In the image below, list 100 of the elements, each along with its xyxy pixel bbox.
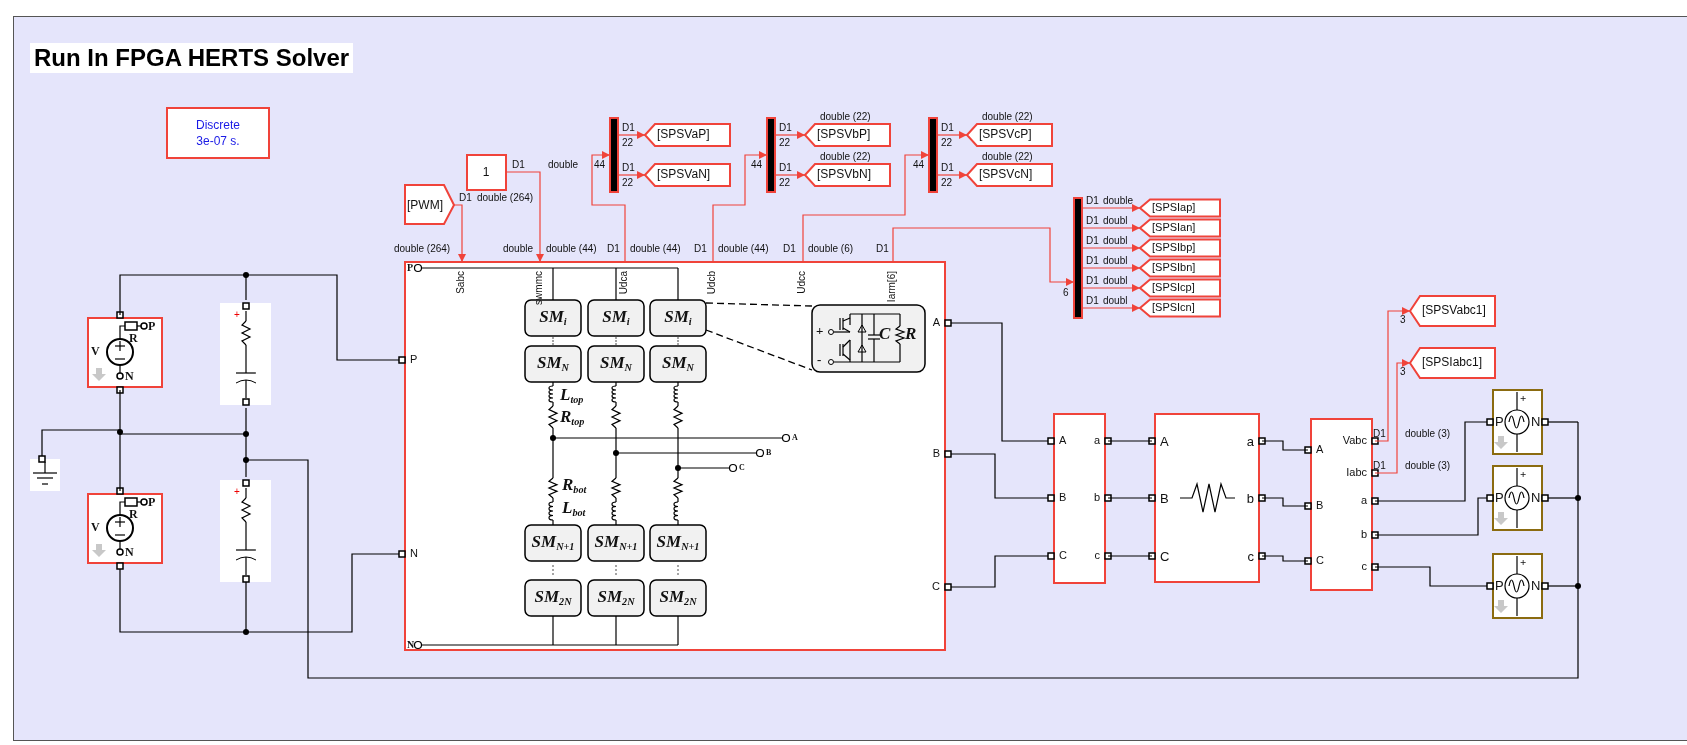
signal-label: D1 [512,160,525,170]
signal-width: 44 [913,160,925,170]
signal-label: D1 [876,244,889,254]
port-label: c [1094,550,1100,561]
signal-label: double (264) [394,244,451,254]
diagram-title: Run In FPGA HERTS Solver [30,43,354,73]
terminal-label: + [1520,469,1527,480]
arm-label: L$_{bot}$ [562,499,586,518]
goto-tag: [SPSVaP] [657,128,710,140]
terminal-label: V [91,345,100,357]
terminal-label: N [1531,491,1541,504]
terminal-label: + [1520,393,1527,404]
from-tag: [PWM] [407,199,443,211]
signal-width: 22 [941,138,953,148]
signal-label: double (3) [1405,461,1451,471]
terminal-label: N [407,640,415,650]
constant-value: 1 [482,166,490,178]
port-label: A [1059,435,1067,446]
goto-tag: [SPSIap] [1152,202,1196,213]
signal-label: D1 [779,163,792,173]
terminal-label: P [148,320,156,332]
port-label: C [1059,550,1067,561]
submodule-label: SM$_{2N}$ [597,588,635,605]
port-label: C [1160,550,1170,563]
signal-label: D1 [1086,216,1099,226]
port-label: b [1360,529,1367,540]
goto-tag: [SPSIbp] [1152,242,1196,253]
goto-tag: [SPSIabc1] [1422,356,1483,368]
terminal-label: P [1495,579,1504,592]
goto-tag: [SPSIan] [1152,222,1196,233]
port-label: A [1160,435,1169,448]
port-label: b [1246,492,1254,505]
arm-label: R$_{top}$ [560,408,585,427]
port-label: B [1160,492,1169,505]
port-label: N [410,548,418,559]
signal-label: D1 [622,123,635,133]
component-label: C [879,325,891,344]
port-label: a [1246,435,1254,448]
signal-label: double [1103,196,1134,206]
signal-label: doubl [1103,276,1128,286]
goto-tag: [SPSIcn] [1152,302,1195,313]
terminal-label: P [1495,415,1504,428]
signal-width: 3 [1400,315,1406,325]
port-label: Udcc [797,271,807,294]
signal-label: D1 [607,244,620,254]
component-label: R [905,325,917,344]
terminal-label: R [129,508,138,520]
phase-label: A [792,434,798,442]
signal-label: doubl [1103,256,1128,266]
signal-label: D1 [459,193,472,203]
port-label: B [1316,500,1324,511]
signal-label: double (44) [718,244,769,254]
signal-label: D1 [694,244,707,254]
signal-width: 22 [779,178,791,188]
signal-width: 6 [1063,288,1069,298]
submodule-label: SM$_{N+1}$ [656,533,700,550]
goto-tag: [SPSVcN] [979,168,1033,180]
submodule-label: SM$_{N+1}$ [594,533,638,550]
signal-label: D1 [622,163,635,173]
signal-label: double [503,244,534,254]
port-label: B [1059,492,1067,503]
terminal-label: N [125,546,134,558]
port-label: C [1316,555,1324,566]
signal-label: D1 [1373,429,1386,439]
submodule-label: SM$_{N}$ [537,354,569,371]
goto-tag: [SPSIcp] [1152,282,1195,293]
port-label: swmmc [534,271,544,305]
signal-label: D1 [783,244,796,254]
goto-tag: [SPSVbN] [817,168,872,180]
goto-tag: [SPSVbP] [817,128,871,140]
port-label: P [410,354,418,365]
signal-label: D1 [1086,236,1099,246]
submodule-label: SM$_{i}$ [664,308,692,325]
arm-label: L$_{top}$ [560,386,584,405]
signal-label: doubl [1103,236,1128,246]
port-label: A [932,317,940,328]
terminal-label: + [816,324,824,337]
signal-label: D1 [1086,276,1099,286]
signal-label: D1 [1086,296,1099,306]
signal-label: double (22) [820,152,871,162]
polarity-label: + [234,487,240,497]
submodule-label: SM$_{2N}$ [659,588,697,605]
signal-label: doubl [1103,296,1128,306]
signal-width: 22 [779,138,791,148]
signal-width: 22 [622,138,634,148]
signal-label: double (22) [982,152,1033,162]
signal-label: double (6) [808,244,854,254]
submodule-label: SM$_{N+1}$ [531,533,575,550]
port-label: A [1316,444,1324,455]
signal-label: double (44) [630,244,681,254]
terminal-label: P [1495,491,1504,504]
port-label: c [1247,550,1254,563]
port-label: a [1360,495,1367,506]
goto-tag: [SPSVcP] [979,128,1032,140]
signal-label: double (22) [982,112,1033,122]
signal-label: D1 [779,123,792,133]
terminal-label: V [91,521,100,533]
terminal-label: N [1531,579,1541,592]
terminal-label: N [1531,415,1541,428]
signal-label: double (3) [1405,429,1451,439]
